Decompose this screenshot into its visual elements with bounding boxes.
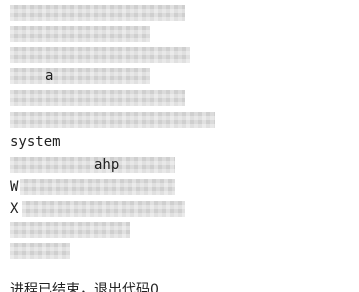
system-label: system [10,134,61,150]
system-line: system [10,133,61,151]
redacted-block [22,201,185,217]
redacted-line-7: ahp [10,157,175,173]
redacted-block [10,68,150,84]
redacted-line-8: W [10,179,175,195]
exit-code-message: 进程已结束，退出代码0 [10,282,159,292]
text-fragment: ahp [94,157,120,173]
redacted-line-4: a [10,68,150,84]
redacted-block [10,26,150,42]
redacted-line-11 [10,243,70,259]
redacted-block [10,222,130,238]
redacted-block [10,243,70,259]
terminal-output: a system ahp W X 进程已结束，退出代码0 [0,0,359,292]
text-fragment: W [10,179,19,195]
redacted-block [10,157,175,173]
redacted-block [10,90,185,106]
redacted-line-5 [10,90,185,106]
redacted-line-10 [10,222,130,238]
text-fragment: X [10,201,19,217]
redacted-line-6 [10,112,215,128]
redacted-block [10,47,190,63]
redacted-line-1 [10,5,185,21]
text-fragment: a [45,68,54,84]
redacted-block [10,112,215,128]
redacted-block [20,179,175,195]
redacted-block [10,5,185,21]
redacted-line-3 [10,47,190,63]
redacted-line-9: X [10,201,185,217]
redacted-line-2 [10,26,150,42]
